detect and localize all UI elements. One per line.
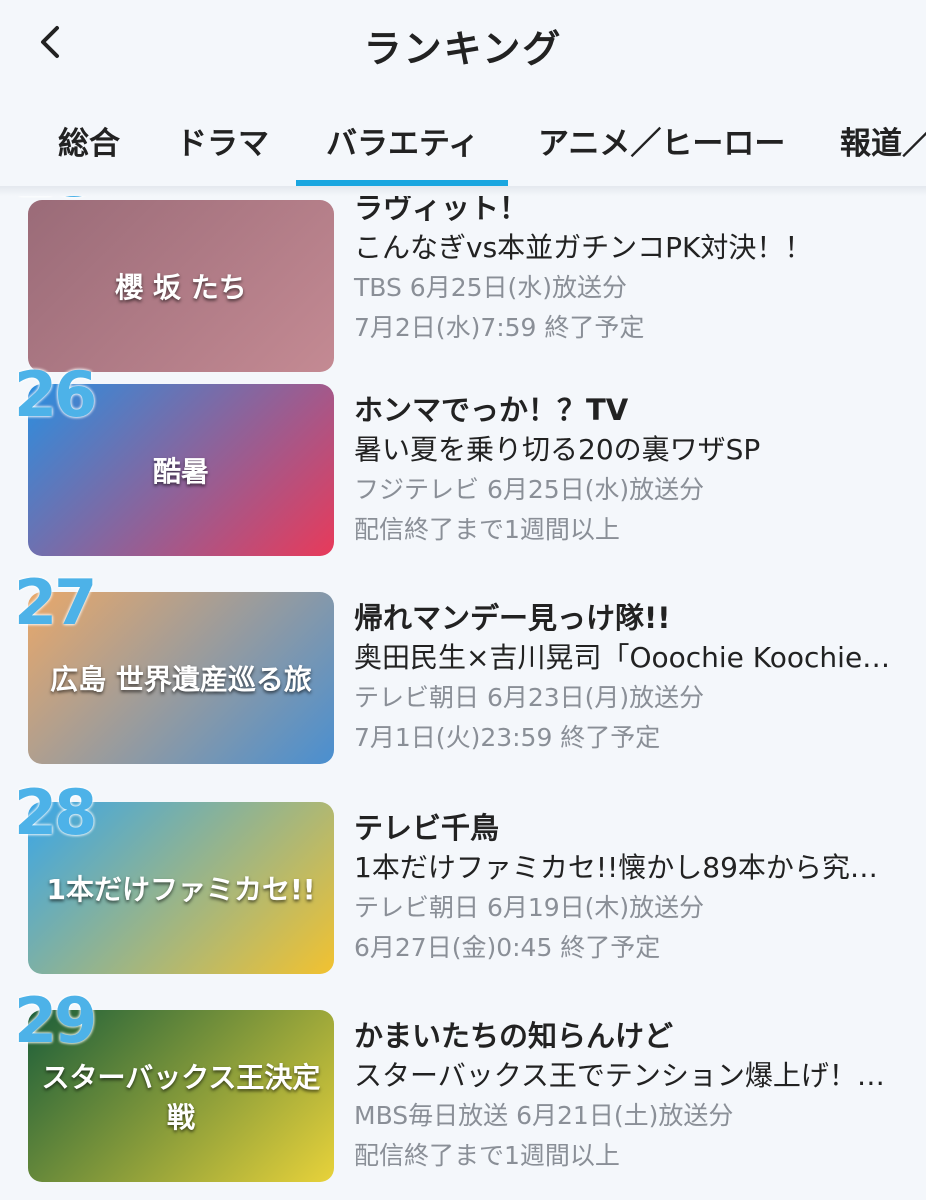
tab-news[interactable]: 報道／ bbox=[840, 118, 926, 163]
episode-title: こんなぎvs本並ガチンコPK対決！！ bbox=[354, 231, 813, 264]
availability-info: 7月2日(水)7:59 終了予定 bbox=[354, 313, 645, 342]
ranking-item[interactable]: 広島 世界遺産巡る旅 27 帰れマンデー見っけ隊!! 奥田民生×吉川晃司「Ooo… bbox=[0, 572, 926, 768]
broadcast-info: TBS 6月25日(水)放送分 bbox=[354, 273, 628, 302]
category-tabs: 総合 ドラマ バラエティ アニメ／ヒーロー 報道／ bbox=[0, 96, 926, 188]
episode-title: 1本だけファミカセ!!懐かし89本から究… bbox=[354, 851, 878, 884]
broadcast-info: テレビ朝日 6月23日(月)放送分 bbox=[354, 683, 705, 712]
thumbnail-text: スターバックス王決定戦 bbox=[41, 1061, 321, 1134]
ranking-list[interactable]: 櫻 坂 たち 25 ラヴィット！ こんなぎvs本並ガチンコPK対決！！ TBS … bbox=[0, 196, 926, 1200]
show-title[interactable]: テレビ千鳥 bbox=[354, 808, 914, 848]
episode-title: スターバックス王でテンション爆上げ！… bbox=[354, 1059, 885, 1092]
show-title[interactable]: かまいたちの知らんけど bbox=[354, 1016, 914, 1056]
rank-number: 28 bbox=[14, 776, 97, 849]
ranking-item[interactable]: 1本だけファミカセ!! 28 テレビ千鳥 1本だけファミカセ!!懐かし89本から… bbox=[0, 782, 926, 978]
tab-anime-hero[interactable]: アニメ／ヒーロー bbox=[538, 118, 785, 163]
thumbnail-text: 広島 世界遺産巡る旅 bbox=[50, 663, 312, 696]
broadcast-info: フジテレビ 6月25日(水)放送分 bbox=[354, 475, 705, 504]
broadcast-info: テレビ朝日 6月19日(木)放送分 bbox=[354, 893, 705, 922]
episode-title: 奥田民生×吉川晃司「Ooochie Koochie… bbox=[354, 641, 891, 674]
show-title[interactable]: ラヴィット！ bbox=[354, 196, 914, 228]
thumbnail-text: 櫻 坂 たち bbox=[115, 271, 247, 304]
tab-overall[interactable]: 総合 bbox=[58, 118, 120, 163]
availability-info: 7月1日(火)23:59 終了予定 bbox=[354, 723, 661, 752]
availability-info: 配信終了まで1週間以上 bbox=[354, 515, 620, 544]
ranking-item[interactable]: 櫻 坂 たち 25 ラヴィット！ こんなぎvs本並ガチンコPK対決！！ TBS … bbox=[0, 196, 926, 372]
tab-variety[interactable]: バラエティ bbox=[326, 118, 479, 163]
availability-info: 配信終了まで1週間以上 bbox=[354, 1141, 620, 1170]
availability-info: 6月27日(金)0:45 終了予定 bbox=[354, 933, 661, 962]
thumbnail-text: 酷暑 bbox=[152, 455, 209, 488]
rank-number: 26 bbox=[14, 358, 97, 431]
thumbnail[interactable]: 櫻 坂 たち bbox=[28, 200, 334, 372]
tab-drama[interactable]: ドラマ bbox=[176, 118, 269, 163]
ranking-item[interactable]: スターバックス王決定戦 29 かまいたちの知らんけど スターバックス王でテンショ… bbox=[0, 990, 926, 1186]
tab-divider bbox=[0, 186, 926, 196]
header-bar: ランキング bbox=[0, 0, 926, 90]
episode-title: 暑い夏を乗り切る20の裏ワザSP bbox=[354, 433, 761, 466]
show-title[interactable]: 帰れマンデー見っけ隊!! bbox=[354, 598, 914, 638]
ranking-item[interactable]: 酷暑 26 ホンマでっか！？TV 暑い夏を乗り切る20の裏ワザSP フジテレビ … bbox=[0, 364, 926, 560]
broadcast-info: MBS毎日放送 6月21日(土)放送分 bbox=[354, 1101, 734, 1130]
rank-number: 25 bbox=[14, 196, 97, 206]
rank-number: 29 bbox=[14, 984, 97, 1057]
show-title[interactable]: ホンマでっか！？TV bbox=[354, 390, 914, 430]
page-title: ランキング bbox=[363, 27, 563, 71]
thumbnail-text: 1本だけファミカセ!! bbox=[46, 873, 316, 906]
rank-number: 27 bbox=[14, 566, 97, 639]
